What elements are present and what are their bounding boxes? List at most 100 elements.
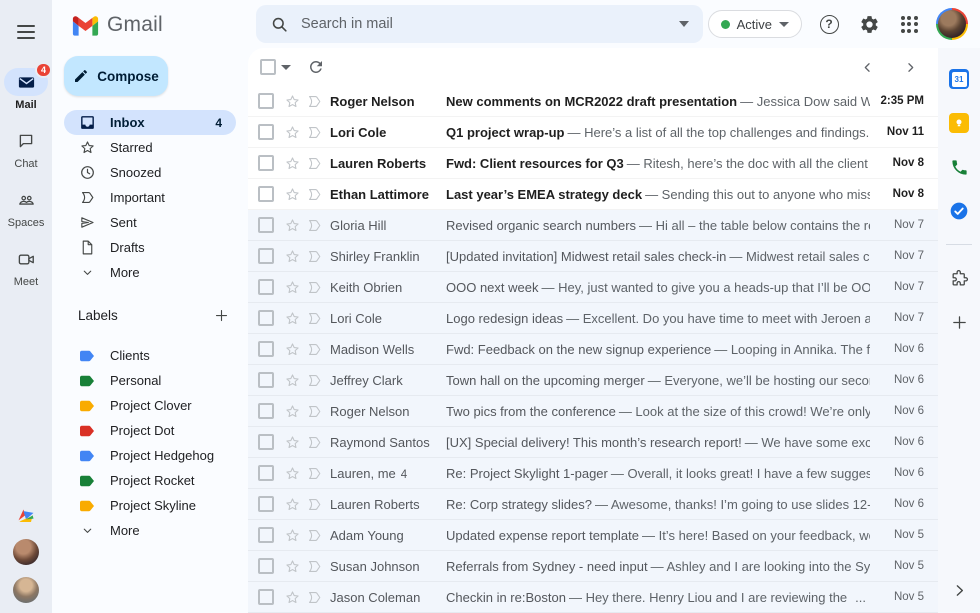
help-icon[interactable] xyxy=(816,11,842,37)
email-row[interactable]: Lauren Roberts Re: Corp strategy slides?… xyxy=(248,489,938,520)
email-row[interactable]: Gloria Hill Revised organic search numbe… xyxy=(248,210,938,241)
importance-marker-icon[interactable] xyxy=(304,370,324,390)
email-checkbox[interactable] xyxy=(258,372,274,388)
search-bar[interactable] xyxy=(256,5,703,43)
star-icon[interactable] xyxy=(282,401,302,421)
star-icon[interactable] xyxy=(282,215,302,235)
keep-icon[interactable] xyxy=(948,112,970,134)
select-all-checkbox[interactable] xyxy=(260,59,276,75)
email-checkbox[interactable] xyxy=(258,310,274,326)
email-checkbox[interactable] xyxy=(258,589,274,605)
sidebar-item-snoozed[interactable]: Snoozed xyxy=(64,160,236,185)
star-icon[interactable] xyxy=(282,525,302,545)
email-row[interactable]: Adam Young Updated expense report templa… xyxy=(248,520,938,551)
importance-marker-icon[interactable] xyxy=(304,215,324,235)
rail-item-meet[interactable]: Meet xyxy=(4,245,48,288)
rail-item-spaces[interactable]: Spaces xyxy=(4,186,48,229)
email-checkbox[interactable] xyxy=(258,93,274,109)
email-row[interactable]: Ethan Lattimore Last year’s EMEA strateg… xyxy=(248,179,938,210)
email-row[interactable]: Lauren Roberts Fwd: Client resources for… xyxy=(248,148,938,179)
importance-marker-icon[interactable] xyxy=(304,401,324,421)
email-checkbox[interactable] xyxy=(258,403,274,419)
sidebar-item-sent[interactable]: Sent xyxy=(64,210,236,235)
google-apps-grid-icon[interactable] xyxy=(896,11,922,37)
sidebar-labels-more[interactable]: More xyxy=(64,518,236,543)
email-row[interactable]: Roger Nelson Two pics from the conferenc… xyxy=(248,396,938,427)
newer-chevron-icon[interactable] xyxy=(860,60,875,75)
status-selector[interactable]: Active xyxy=(707,10,802,38)
importance-marker-icon[interactable] xyxy=(304,246,324,266)
importance-marker-icon[interactable] xyxy=(304,184,324,204)
importance-marker-icon[interactable] xyxy=(304,494,324,514)
star-icon[interactable] xyxy=(282,91,302,111)
settings-gear-icon[interactable] xyxy=(856,11,882,37)
refresh-icon[interactable] xyxy=(307,58,325,76)
star-icon[interactable] xyxy=(282,246,302,266)
tasks-icon[interactable] xyxy=(948,200,970,222)
email-row[interactable]: Raymond Santos [UX] Special delivery! Th… xyxy=(248,427,938,458)
create-label-plus-icon[interactable] xyxy=(210,304,232,326)
sidebar-label-item[interactable]: Project Dot xyxy=(64,418,236,443)
get-addons-puzzle-icon[interactable] xyxy=(948,267,970,289)
email-row[interactable]: Shirley Franklin [Updated invitation] Mi… xyxy=(248,241,938,272)
email-checkbox[interactable] xyxy=(258,124,274,140)
email-checkbox[interactable] xyxy=(258,527,274,543)
side-panel-toggle-icon[interactable] xyxy=(948,579,970,601)
avatar[interactable] xyxy=(13,539,39,565)
email-row[interactable]: Lori Cole Logo redesign ideas — Excellent… xyxy=(248,303,938,334)
star-icon[interactable] xyxy=(282,587,302,607)
sidebar-label-item[interactable]: Personal xyxy=(64,368,236,393)
avatar[interactable] xyxy=(13,577,39,603)
sidebar-item-more[interactable]: More xyxy=(64,260,236,285)
email-row[interactable]: Keith Obrien OOO next week — Hey, just wa… xyxy=(248,272,938,303)
email-row[interactable]: Jason Coleman Checkin in re:Boston — Hey … xyxy=(248,582,938,613)
sidebar-item-drafts[interactable]: Drafts xyxy=(64,235,236,260)
email-row[interactable]: Lauren, me 4 Re: Project Skylight 1-pager… xyxy=(248,458,938,489)
star-icon[interactable] xyxy=(282,277,302,297)
star-icon[interactable] xyxy=(282,308,302,328)
profile-avatar[interactable] xyxy=(936,8,968,40)
importance-marker-icon[interactable] xyxy=(304,122,324,142)
sidebar-item-inbox[interactable]: Inbox 4 xyxy=(64,110,236,135)
star-icon[interactable] xyxy=(282,463,302,483)
email-checkbox[interactable] xyxy=(258,279,274,295)
email-row[interactable]: Madison Wells Fwd: Feedback on the new s… xyxy=(248,334,938,365)
sidebar-label-item[interactable]: Project Hedgehog xyxy=(64,443,236,468)
email-row[interactable]: Jeffrey Clark Town hall on the upcoming … xyxy=(248,365,938,396)
email-row[interactable]: Roger Nelson New comments on MCR2022 dra… xyxy=(248,86,938,117)
email-row[interactable]: Lori Cole Q1 project wrap-up — Here’s a l… xyxy=(248,117,938,148)
email-checkbox[interactable] xyxy=(258,341,274,357)
sidebar-label-item[interactable]: Clients xyxy=(64,343,236,368)
email-row[interactable]: Susan Johnson Referrals from Sydney - ne… xyxy=(248,551,938,582)
voice-phone-icon[interactable] xyxy=(948,156,970,178)
search-input[interactable] xyxy=(301,16,679,32)
importance-marker-icon[interactable] xyxy=(304,463,324,483)
sidebar-item-starred[interactable]: Starred xyxy=(64,135,236,160)
calendar-icon[interactable]: 31 xyxy=(948,68,970,90)
email-checkbox[interactable] xyxy=(258,434,274,450)
email-checkbox[interactable] xyxy=(258,496,274,512)
plus-icon[interactable] xyxy=(948,311,970,333)
star-icon[interactable] xyxy=(282,184,302,204)
importance-marker-icon[interactable] xyxy=(304,525,324,545)
rail-item-chat[interactable]: Chat xyxy=(4,127,48,170)
hamburger-menu-icon[interactable] xyxy=(6,12,46,52)
compose-button[interactable]: Compose xyxy=(64,56,168,96)
star-icon[interactable] xyxy=(282,432,302,452)
email-checkbox[interactable] xyxy=(258,465,274,481)
importance-marker-icon[interactable] xyxy=(304,556,324,576)
importance-marker-icon[interactable] xyxy=(304,91,324,111)
older-chevron-icon[interactable] xyxy=(903,60,918,75)
sidebar-label-item[interactable]: Project Rocket xyxy=(64,468,236,493)
star-icon[interactable] xyxy=(282,339,302,359)
rail-item-mail[interactable]: 4 Mail xyxy=(4,62,52,111)
importance-marker-icon[interactable] xyxy=(304,587,324,607)
importance-marker-icon[interactable] xyxy=(304,339,324,359)
sidebar-item-important[interactable]: Important xyxy=(64,185,236,210)
sidebar-label-item[interactable]: Project Clover xyxy=(64,393,236,418)
importance-marker-icon[interactable] xyxy=(304,277,324,297)
email-checkbox[interactable] xyxy=(258,186,274,202)
star-icon[interactable] xyxy=(282,153,302,173)
select-caret-icon[interactable] xyxy=(281,64,291,70)
search-options-caret-icon[interactable] xyxy=(679,21,689,27)
